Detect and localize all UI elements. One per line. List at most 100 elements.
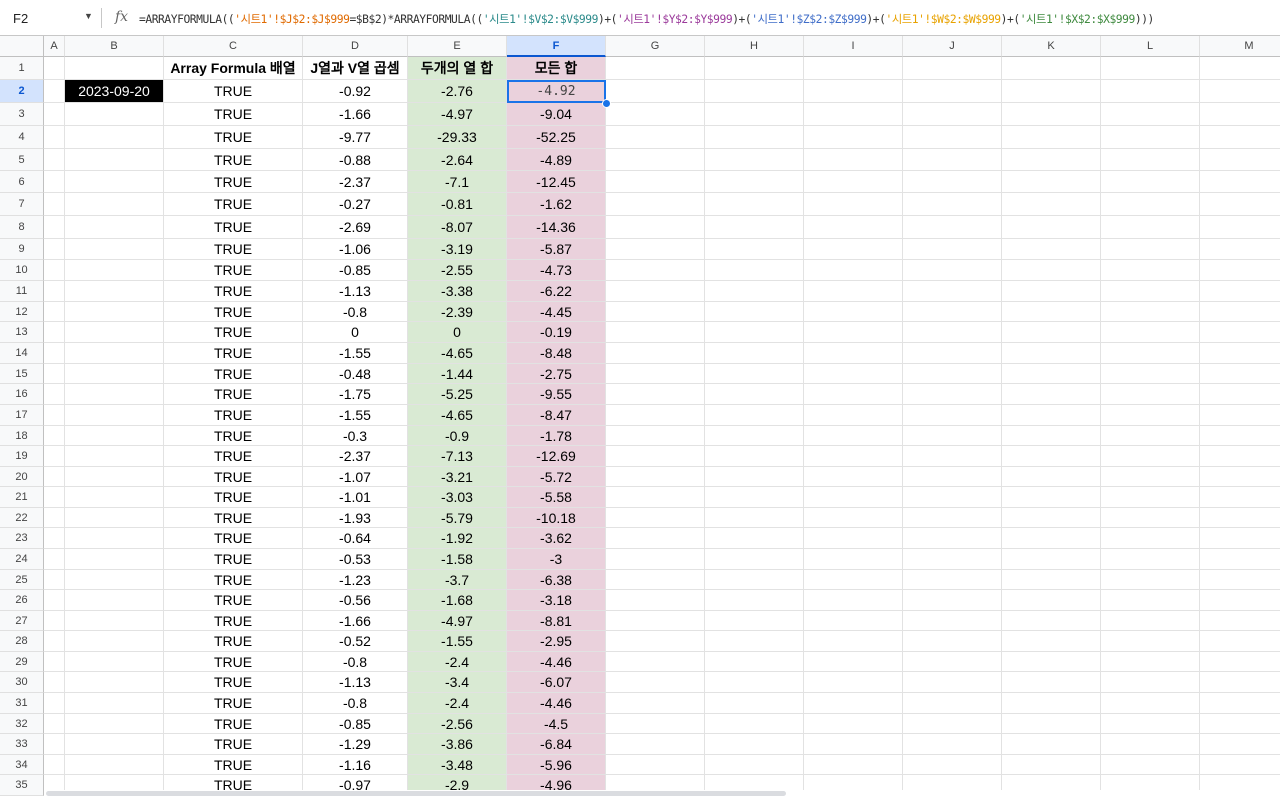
- cell-d[interactable]: -1.01: [303, 487, 408, 508]
- cell[interactable]: [705, 755, 804, 775]
- cell-f[interactable]: -6.38: [507, 570, 606, 590]
- cell[interactable]: [65, 216, 164, 239]
- cell[interactable]: [606, 57, 705, 80]
- row-header-35[interactable]: 35: [0, 775, 44, 796]
- cell[interactable]: [804, 149, 903, 171]
- cell[interactable]: [1002, 364, 1101, 384]
- cell[interactable]: [1002, 652, 1101, 672]
- header-cell-f[interactable]: 모든 합: [507, 57, 606, 80]
- cell[interactable]: [1101, 57, 1200, 80]
- cell-c[interactable]: TRUE: [164, 80, 303, 103]
- cell[interactable]: [65, 652, 164, 672]
- cell[interactable]: [44, 714, 65, 734]
- cell[interactable]: [1101, 693, 1200, 714]
- cell[interactable]: [1002, 405, 1101, 426]
- row-header-30[interactable]: 30: [0, 672, 44, 693]
- cell-e[interactable]: -0.81: [408, 193, 507, 216]
- cell-d[interactable]: -1.55: [303, 343, 408, 364]
- cell[interactable]: [606, 755, 705, 775]
- cell[interactable]: [606, 260, 705, 281]
- cell[interactable]: [804, 426, 903, 446]
- cell[interactable]: [804, 549, 903, 570]
- cell-c[interactable]: TRUE: [164, 193, 303, 216]
- cell[interactable]: [903, 343, 1002, 364]
- cell-d[interactable]: -1.13: [303, 672, 408, 693]
- cell[interactable]: [606, 631, 705, 652]
- cell-f[interactable]: -5.72: [507, 467, 606, 487]
- cell-f[interactable]: -5.96: [507, 755, 606, 775]
- cell[interactable]: [1002, 570, 1101, 590]
- cell[interactable]: [44, 672, 65, 693]
- cell[interactable]: [1101, 281, 1200, 302]
- cell-c[interactable]: TRUE: [164, 631, 303, 652]
- cell[interactable]: [1200, 672, 1280, 693]
- cell[interactable]: [44, 171, 65, 193]
- cell[interactable]: [705, 672, 804, 693]
- cell[interactable]: [1101, 672, 1200, 693]
- cell-f[interactable]: -0.19: [507, 322, 606, 343]
- cell-d[interactable]: -1.55: [303, 405, 408, 426]
- cell[interactable]: [44, 528, 65, 549]
- cell-d[interactable]: -0.8: [303, 693, 408, 714]
- cell[interactable]: [1200, 171, 1280, 193]
- cell[interactable]: [606, 343, 705, 364]
- cell[interactable]: [1002, 590, 1101, 611]
- cell-f[interactable]: -2.95: [507, 631, 606, 652]
- cell[interactable]: [44, 364, 65, 384]
- cell[interactable]: [1002, 260, 1101, 281]
- cell[interactable]: [1200, 631, 1280, 652]
- cell[interactable]: [903, 652, 1002, 672]
- cell-e[interactable]: -1.92: [408, 528, 507, 549]
- cell[interactable]: [1101, 631, 1200, 652]
- cell-f[interactable]: -3.62: [507, 528, 606, 549]
- cell[interactable]: [1200, 446, 1280, 467]
- cell[interactable]: [1200, 426, 1280, 446]
- cell[interactable]: [65, 714, 164, 734]
- cell[interactable]: [804, 384, 903, 405]
- cell[interactable]: [1101, 193, 1200, 216]
- cell[interactable]: [804, 487, 903, 508]
- cell[interactable]: [606, 714, 705, 734]
- cell[interactable]: [44, 126, 65, 149]
- cell[interactable]: [705, 590, 804, 611]
- cell[interactable]: [1002, 631, 1101, 652]
- cell[interactable]: [44, 302, 65, 322]
- cell[interactable]: [65, 405, 164, 426]
- cell[interactable]: [1002, 672, 1101, 693]
- cell[interactable]: [65, 734, 164, 755]
- cell[interactable]: [65, 611, 164, 631]
- cell-f[interactable]: -5.87: [507, 239, 606, 260]
- cell[interactable]: [44, 57, 65, 80]
- cell[interactable]: [1002, 149, 1101, 171]
- cell-f[interactable]: -6.84: [507, 734, 606, 755]
- cell[interactable]: [1200, 487, 1280, 508]
- cell[interactable]: [65, 590, 164, 611]
- cell[interactable]: [606, 281, 705, 302]
- cell-d[interactable]: -0.56: [303, 590, 408, 611]
- cell-e[interactable]: -3.4: [408, 672, 507, 693]
- cell[interactable]: [705, 528, 804, 549]
- cell[interactable]: [1002, 193, 1101, 216]
- cell-e[interactable]: -3.7: [408, 570, 507, 590]
- cell-e[interactable]: -1.58: [408, 549, 507, 570]
- cell[interactable]: [1200, 611, 1280, 631]
- cell-e[interactable]: -2.64: [408, 149, 507, 171]
- column-header-f[interactable]: F: [507, 36, 606, 57]
- cell-e[interactable]: -3.21: [408, 467, 507, 487]
- cell[interactable]: [65, 693, 164, 714]
- cell[interactable]: [705, 103, 804, 126]
- cell[interactable]: [903, 57, 1002, 80]
- cell[interactable]: [903, 302, 1002, 322]
- cell-c[interactable]: TRUE: [164, 260, 303, 281]
- select-all-corner[interactable]: [0, 36, 44, 57]
- cell[interactable]: [606, 216, 705, 239]
- cell-c[interactable]: TRUE: [164, 734, 303, 755]
- cell[interactable]: [804, 281, 903, 302]
- cell[interactable]: [705, 260, 804, 281]
- row-header-20[interactable]: 20: [0, 467, 44, 487]
- cell-c[interactable]: TRUE: [164, 467, 303, 487]
- cell[interactable]: [44, 549, 65, 570]
- cell[interactable]: [1101, 103, 1200, 126]
- cell[interactable]: [1002, 171, 1101, 193]
- cell-f[interactable]: -52.25: [507, 126, 606, 149]
